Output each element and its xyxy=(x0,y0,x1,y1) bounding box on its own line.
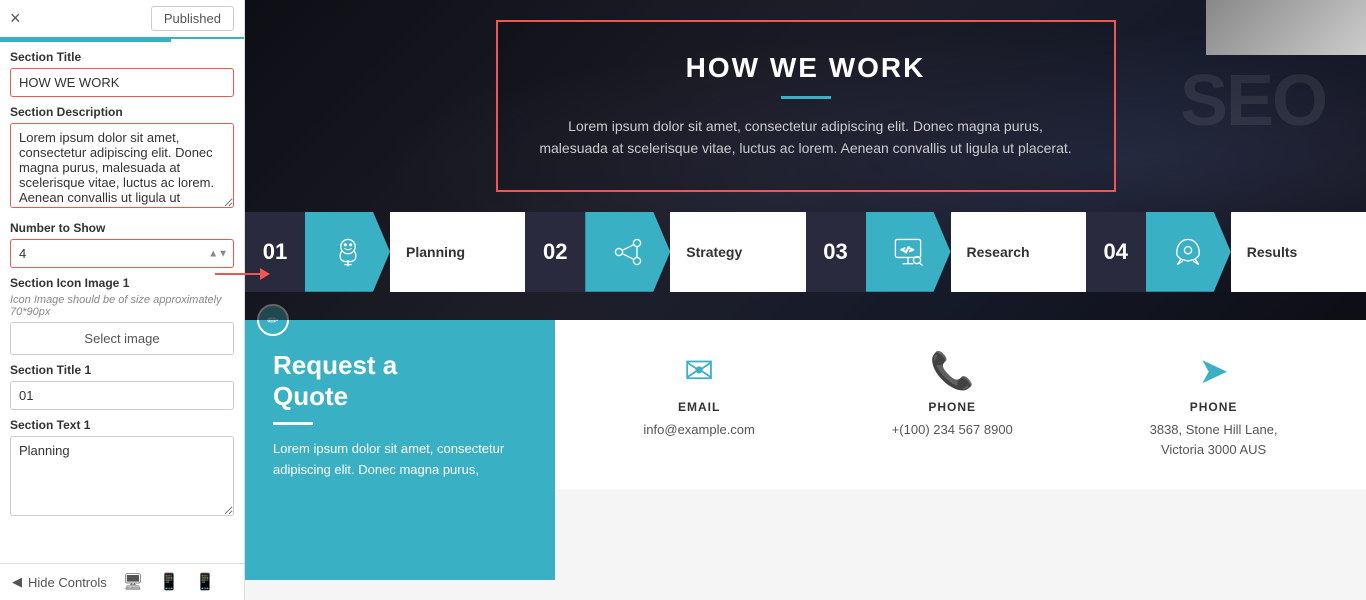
section-desc-textarea[interactable]: Lorem ipsum dolor sit amet, consectetur … xyxy=(10,123,234,208)
step-4: 04 Results xyxy=(1086,212,1366,292)
brain-icon xyxy=(330,234,366,270)
how-we-work-desc: Lorem ipsum dolor sit amet, consectetur … xyxy=(538,115,1074,160)
hide-controls-button[interactable]: ◀ Hide Controls xyxy=(12,574,107,590)
published-badge[interactable]: Published xyxy=(151,6,234,31)
select-image-button[interactable]: Select image xyxy=(10,322,234,355)
quote-title: Request aQuote xyxy=(273,350,527,412)
number-show-label: Number to Show xyxy=(10,221,234,235)
quote-section: ✏ Request aQuote Lorem ipsum dolor sit a… xyxy=(245,320,1366,600)
hide-controls-label: Hide Controls xyxy=(28,575,107,590)
step-2: 02 Strategy xyxy=(525,212,805,292)
chevron-left-icon: ◀ xyxy=(12,574,22,590)
phone1-icon: 📞 xyxy=(930,350,975,392)
main-content: SEO HOW WE WORK Lorem ipsum dolor sit am… xyxy=(245,0,1366,600)
section-text1-label: Section Text 1 xyxy=(10,418,234,432)
step-3-label: Research xyxy=(951,212,1086,292)
step-3-number: 03 xyxy=(806,212,866,292)
phone1-label: PHONE xyxy=(928,400,976,414)
contact-email: ✉ EMAIL info@example.com xyxy=(643,350,754,459)
email-icon: ✉ xyxy=(684,350,714,392)
red-arrow-line xyxy=(215,273,260,275)
mobile-icon[interactable]: 📱 xyxy=(195,572,215,592)
phone2-value: 3838, Stone Hill Lane,Victoria 3000 AUS xyxy=(1150,420,1278,459)
step-3: 03 </> Research xyxy=(806,212,1086,292)
step-1-icon-box xyxy=(305,212,390,292)
email-label: EMAIL xyxy=(678,400,720,414)
icon-image-label: Section Icon Image 1 xyxy=(10,276,234,290)
quote-text: Lorem ipsum dolor sit amet, consectetur … xyxy=(273,439,527,481)
red-arrow-head xyxy=(260,268,270,280)
how-we-work-section: SEO HOW WE WORK Lorem ipsum dolor sit am… xyxy=(245,0,1366,320)
svg-text:</>: </> xyxy=(901,245,915,254)
how-we-work-box: HOW WE WORK Lorem ipsum dolor sit amet, … xyxy=(496,20,1116,192)
contact-phone1: 📞 PHONE +(100) 234 567 8900 xyxy=(892,350,1013,459)
contact-items: ✉ EMAIL info@example.com 📞 PHONE +(100) … xyxy=(555,320,1366,489)
step-3-icon-box: </> xyxy=(866,212,951,292)
how-we-work-title: HOW WE WORK xyxy=(538,52,1074,84)
rocket-icon xyxy=(1170,234,1206,270)
monitor-icon: </> xyxy=(890,234,926,270)
email-value: info@example.com xyxy=(643,420,754,440)
location-icon: ➤ xyxy=(1198,350,1228,392)
quote-underline xyxy=(273,422,313,425)
step-1-label: Planning xyxy=(390,212,525,292)
contact-phone2: ➤ PHONE 3838, Stone Hill Lane,Victoria 3… xyxy=(1150,350,1278,459)
desktop-icon[interactable]: 🖥 xyxy=(123,572,143,592)
phone1-value: +(100) 234 567 8900 xyxy=(892,420,1013,440)
icon-hint-text: Icon Image should be of size approximate… xyxy=(10,294,234,318)
section-title-label: Section Title xyxy=(10,50,234,64)
top-person-image xyxy=(1206,0,1366,55)
section-title1-label: Section Title 1 xyxy=(10,363,234,377)
panel-scroll: Section Title Section Description Lorem … xyxy=(0,42,244,563)
step-2-label: Strategy xyxy=(670,212,805,292)
step-2-icon-box xyxy=(585,212,670,292)
step-4-icon-box xyxy=(1146,212,1231,292)
panel-header: × Published xyxy=(0,0,244,39)
title-underline xyxy=(781,96,831,99)
red-arrow-indicator xyxy=(215,268,270,280)
panel-footer: ◀ Hide Controls 🖥 📱 📱 xyxy=(0,563,244,600)
left-panel: × Published Section Title Section Descri… xyxy=(0,0,245,600)
quote-box: ✏ Request aQuote Lorem ipsum dolor sit a… xyxy=(245,320,555,580)
section-title-input[interactable] xyxy=(10,68,234,97)
step-1: 01 Planning xyxy=(245,212,525,292)
section-content: HOW WE WORK Lorem ipsum dolor sit amet, … xyxy=(245,0,1366,292)
section-desc-label: Section Description xyxy=(10,105,234,119)
step-4-label: Results xyxy=(1231,212,1366,292)
step-2-number: 02 xyxy=(525,212,585,292)
number-show-wrap: ▲▼ xyxy=(10,239,234,268)
section-text1-textarea[interactable]: Planning xyxy=(10,436,234,516)
step-4-number: 04 xyxy=(1086,212,1146,292)
number-show-input[interactable] xyxy=(10,239,234,268)
section-title1-input[interactable] xyxy=(10,381,234,410)
close-button[interactable]: × xyxy=(10,8,21,29)
steps-row: 01 Planning xyxy=(245,212,1366,292)
tablet-icon[interactable]: 📱 xyxy=(159,572,179,592)
phone2-label: PHONE xyxy=(1190,400,1238,414)
nodes-icon xyxy=(610,234,646,270)
